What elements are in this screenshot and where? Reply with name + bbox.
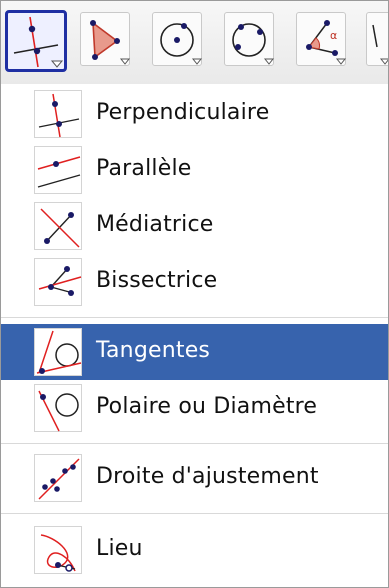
tool-polygon-button[interactable]: [80, 12, 131, 66]
menu-item-label: Lieu: [96, 536, 143, 561]
icon-frame: [34, 454, 82, 502]
menu-separator: [0, 443, 389, 444]
icon-frame: [34, 90, 82, 138]
angle-icon: α: [306, 20, 347, 65]
icon-frame: [34, 258, 82, 306]
menu-item-label: Bissectrice: [96, 268, 218, 293]
toolbar: α: [0, 0, 389, 85]
menu-item-label: Polaire ou Diamètre: [96, 394, 318, 419]
tool-perpendicular-button[interactable]: [5, 10, 67, 72]
tangents-icon: [36, 330, 82, 374]
menu-item-tangentes[interactable]: Tangentes: [0, 324, 389, 380]
tool-circle-center-button[interactable]: [152, 12, 203, 66]
icon-frame: [34, 526, 82, 574]
circle-three-points-icon: [232, 23, 275, 65]
icon-frame: [34, 328, 82, 376]
menu-separator: [0, 317, 389, 318]
angle-bisector-icon: [38, 266, 82, 296]
menu-separator: [0, 513, 389, 514]
menu-item-label: Médiatrice: [96, 212, 214, 237]
polygon-icon: [90, 20, 131, 65]
menu-item-droite-ajustement[interactable]: Droite d'ajustement: [0, 450, 389, 506]
menu-item-label: Parallèle: [96, 156, 192, 181]
icon-frame: [34, 202, 82, 250]
tool-circle-three-points-button[interactable]: [224, 12, 275, 66]
menu-item-label: Tangentes: [96, 338, 211, 363]
parallel-line-icon: [37, 156, 81, 188]
angle-symbol: α: [330, 29, 337, 42]
best-fit-line-icon: [38, 458, 80, 500]
perpendicular-line-icon: [13, 16, 64, 68]
menu-item-bissectrice[interactable]: Bissectrice: [0, 254, 389, 310]
perpendicular-bisector-icon: [40, 208, 80, 248]
icon-frame: [34, 384, 82, 432]
circle-center-point-icon: [160, 23, 203, 65]
menu-item-label: Droite d'ajustement: [96, 464, 319, 489]
icon-frame: [34, 146, 82, 194]
menu-item-parallele[interactable]: Parallèle: [0, 142, 389, 198]
polar-diameter-icon: [38, 390, 79, 432]
menu-item-lieu[interactable]: Lieu: [0, 522, 389, 578]
tool-angle-button[interactable]: α: [296, 12, 347, 66]
menu-item-label: Perpendiculaire: [96, 100, 270, 125]
menu-item-mediatrice[interactable]: Médiatrice: [0, 198, 389, 254]
tool-dropdown-menu: Perpendiculaire Parallèle Médiatrice Bis…: [0, 84, 389, 588]
locus-icon: [40, 534, 76, 572]
menu-item-perpendiculaire[interactable]: Perpendiculaire: [0, 86, 389, 142]
tool-overflow-button[interactable]: [366, 12, 389, 66]
overflow-tool-icon: [372, 24, 389, 65]
perpendicular-line-icon: [38, 93, 80, 138]
menu-item-polaire-ou-diametre[interactable]: Polaire ou Diamètre: [0, 380, 389, 436]
